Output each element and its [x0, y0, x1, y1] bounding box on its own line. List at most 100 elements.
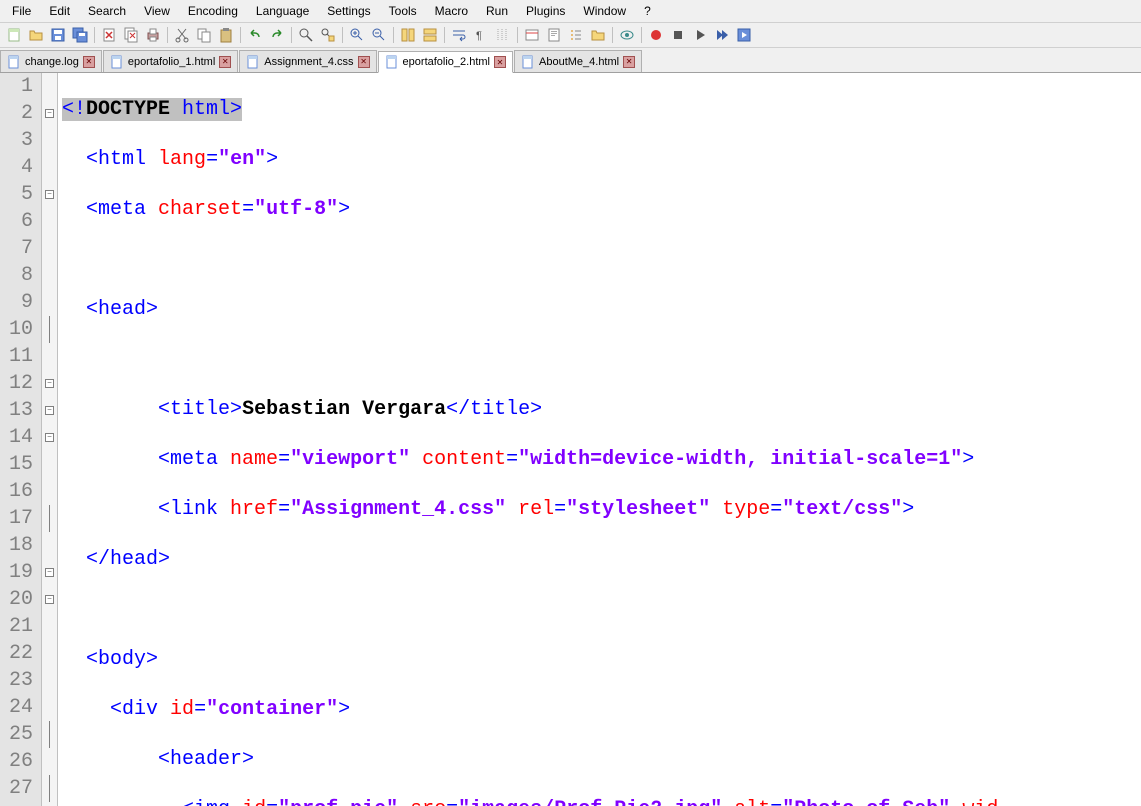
fold-line	[49, 775, 50, 802]
close-icon[interactable]	[99, 25, 119, 45]
paste-icon[interactable]	[216, 25, 236, 45]
fold-cell-empty	[42, 640, 57, 667]
print-icon[interactable]	[143, 25, 163, 45]
stop-icon[interactable]	[668, 25, 688, 45]
line-number: 12	[4, 370, 33, 397]
separator	[167, 27, 168, 43]
tab-aboutme-4[interactable]: AboutMe_4.html ✕	[514, 50, 642, 72]
play-icon[interactable]	[690, 25, 710, 45]
separator	[240, 27, 241, 43]
menu-view[interactable]: View	[136, 2, 178, 20]
fold-toggle-icon[interactable]: −	[45, 433, 54, 442]
file-icon	[246, 55, 260, 69]
monitor-icon[interactable]	[617, 25, 637, 45]
file-icon	[7, 55, 21, 69]
line-number: 17	[4, 505, 33, 532]
fold-cell: −	[42, 397, 57, 424]
show-all-chars-icon[interactable]: ¶	[471, 25, 491, 45]
tab-label: Assignment_4.css	[264, 56, 353, 68]
tab-label: eportafolio_1.html	[128, 56, 215, 68]
fold-cell-empty	[42, 73, 57, 100]
menu-plugins[interactable]: Plugins	[518, 2, 573, 20]
fold-toggle-icon[interactable]: −	[45, 190, 54, 199]
zoom-out-icon[interactable]	[369, 25, 389, 45]
fold-cell-empty	[42, 613, 57, 640]
tab-close-icon[interactable]: ✕	[219, 56, 231, 68]
fold-cell	[42, 721, 57, 748]
copy-icon[interactable]	[194, 25, 214, 45]
separator	[94, 27, 95, 43]
fold-cell: −	[42, 586, 57, 613]
fold-cell	[42, 316, 57, 343]
menu-settings[interactable]: Settings	[319, 2, 378, 20]
new-file-icon[interactable]	[4, 25, 24, 45]
replace-icon[interactable]	[318, 25, 338, 45]
indent-guide-icon[interactable]	[493, 25, 513, 45]
separator	[517, 27, 518, 43]
tab-close-icon[interactable]: ✕	[623, 56, 635, 68]
line-number: 8	[4, 262, 33, 289]
menu-file[interactable]: File	[4, 2, 39, 20]
line-number: 9	[4, 289, 33, 316]
tab-change-log[interactable]: change.log ✕	[0, 50, 102, 72]
save-icon[interactable]	[48, 25, 68, 45]
fold-cell-empty	[42, 127, 57, 154]
menu-edit[interactable]: Edit	[41, 2, 78, 20]
folder-icon[interactable]	[588, 25, 608, 45]
tab-close-icon[interactable]: ✕	[83, 56, 95, 68]
close-all-icon[interactable]	[121, 25, 141, 45]
open-file-icon[interactable]	[26, 25, 46, 45]
line-number: 11	[4, 343, 33, 370]
fold-cell: −	[42, 100, 57, 127]
menu-window[interactable]: Window	[575, 2, 634, 20]
save-macro-icon[interactable]	[734, 25, 754, 45]
fold-column: − − − − − − −	[42, 73, 58, 806]
func-list-icon[interactable]	[566, 25, 586, 45]
redo-icon[interactable]	[267, 25, 287, 45]
save-all-icon[interactable]	[70, 25, 90, 45]
record-icon[interactable]	[646, 25, 666, 45]
cut-icon[interactable]	[172, 25, 192, 45]
menu-run[interactable]: Run	[478, 2, 516, 20]
zoom-in-icon[interactable]	[347, 25, 367, 45]
svg-text:¶: ¶	[476, 30, 482, 42]
tab-eportafolio-2[interactable]: eportafolio_2.html ✕	[378, 51, 513, 73]
tab-assignment-4-css[interactable]: Assignment_4.css ✕	[239, 50, 376, 72]
sync-v-icon[interactable]	[398, 25, 418, 45]
menu-encoding[interactable]: Encoding	[180, 2, 246, 20]
fold-toggle-icon[interactable]: −	[45, 406, 54, 415]
menu-macro[interactable]: Macro	[427, 2, 476, 20]
separator	[612, 27, 613, 43]
menu-tools[interactable]: Tools	[381, 2, 425, 20]
menu-search[interactable]: Search	[80, 2, 134, 20]
line-number: 27	[4, 775, 33, 802]
play-multi-icon[interactable]	[712, 25, 732, 45]
fold-cell-empty	[42, 343, 57, 370]
file-icon	[110, 55, 124, 69]
menu-language[interactable]: Language	[248, 2, 317, 20]
fold-toggle-icon[interactable]: −	[45, 109, 54, 118]
tab-close-icon[interactable]: ✕	[358, 56, 370, 68]
line-number-gutter: 1234567891011121314151617181920212223242…	[0, 73, 42, 806]
tab-close-icon[interactable]: ✕	[494, 56, 506, 68]
fold-toggle-icon[interactable]: −	[45, 568, 54, 577]
separator	[444, 27, 445, 43]
code-area[interactable]: <!DOCTYPE html> <html lang="en"> <meta c…	[58, 73, 1141, 806]
wordwrap-icon[interactable]	[449, 25, 469, 45]
find-icon[interactable]	[296, 25, 316, 45]
tab-eportafolio-1[interactable]: eportafolio_1.html ✕	[103, 50, 238, 72]
sync-h-icon[interactable]	[420, 25, 440, 45]
tab-label: eportafolio_2.html	[403, 56, 490, 68]
undo-icon[interactable]	[245, 25, 265, 45]
menu-help[interactable]: ?	[636, 2, 659, 20]
fold-toggle-icon[interactable]: −	[45, 595, 54, 604]
fold-cell-empty	[42, 235, 57, 262]
doc-map-icon[interactable]	[544, 25, 564, 45]
language-icon[interactable]	[522, 25, 542, 45]
line-number: 15	[4, 451, 33, 478]
line-number: 16	[4, 478, 33, 505]
fold-cell-empty	[42, 694, 57, 721]
line-number: 10	[4, 316, 33, 343]
fold-toggle-icon[interactable]: −	[45, 379, 54, 388]
fold-cell-empty	[42, 667, 57, 694]
